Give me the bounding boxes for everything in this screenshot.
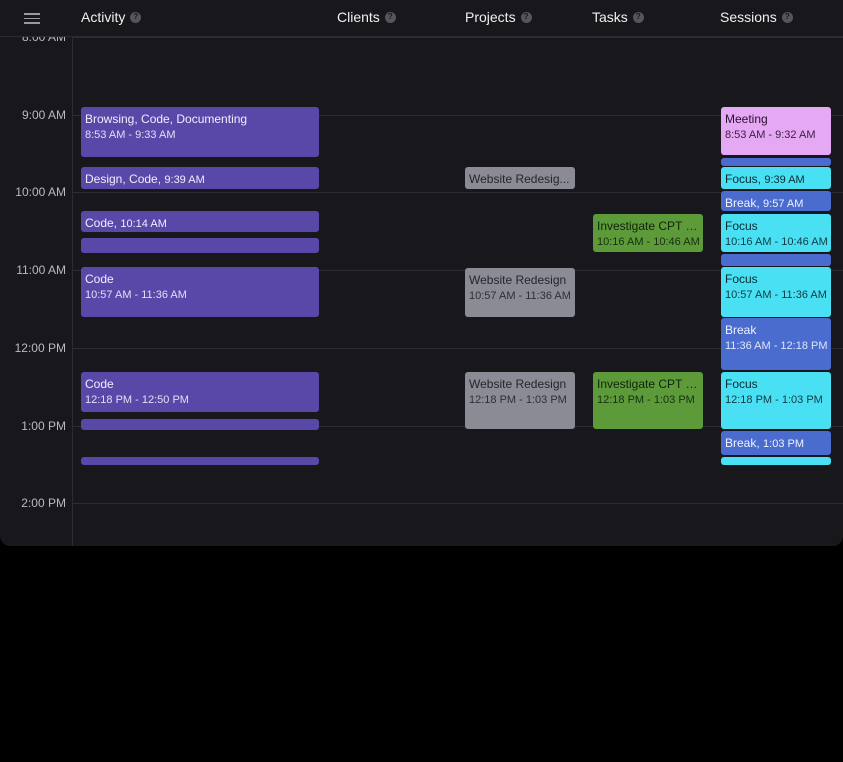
column-header-bar: Activity ? Clients ? Projects ? Tasks ? …	[0, 0, 843, 37]
hamburger-menu-icon[interactable]	[22, 10, 42, 26]
session-event-break[interactable]	[721, 158, 831, 166]
column-header-label: Clients	[337, 9, 380, 25]
column-header-clients[interactable]: Clients ?	[337, 9, 396, 25]
event-time: 12:18 PM - 1:03 PM	[469, 394, 567, 406]
help-icon[interactable]: ?	[781, 11, 793, 23]
event-title: Website Redesign	[469, 377, 567, 391]
activity-event[interactable]	[81, 457, 319, 465]
event-title: Meeting	[725, 112, 768, 126]
time-label: 2:00 PM	[21, 496, 66, 510]
event-time: 8:53 AM - 9:33 AM	[85, 129, 176, 141]
hour-line	[72, 37, 843, 38]
activity-event[interactable]: Code, 10:14 AM	[81, 211, 319, 232]
column-header-activity[interactable]: Activity ?	[81, 9, 142, 25]
event-title: Investigate CPT S...	[597, 377, 699, 391]
timeline-panel: 8:00 AM 9:00 AM 10:00 AM 11:00 AM 12:00 …	[0, 0, 843, 546]
event-time: 9:39 AM	[164, 174, 205, 186]
event-time: 10:57 AM - 11:36 AM	[85, 289, 187, 301]
project-event[interactable]: Website Redesign 10:57 AM - 11:36 AM	[465, 268, 575, 317]
session-event-break[interactable]: Break 11:36 AM - 12:18 PM	[721, 318, 831, 370]
session-event-break[interactable]: Break, 1:03 PM	[721, 431, 831, 455]
event-title: Break	[725, 323, 757, 337]
event-title: Code	[85, 272, 114, 286]
session-event-break[interactable]	[721, 254, 831, 266]
event-time: 8:53 AM - 9:32 AM	[725, 129, 816, 141]
event-title: Code,	[85, 216, 118, 230]
column-header-label: Activity	[81, 9, 126, 25]
event-time: 12:18 PM - 1:03 PM	[725, 394, 823, 406]
event-time: 1:03 PM	[763, 438, 804, 450]
session-event-meeting[interactable]: Meeting 8:53 AM - 9:32 AM	[721, 107, 831, 155]
event-time: 12:18 PM - 12:50 PM	[85, 394, 189, 406]
event-title: Focus	[725, 272, 758, 286]
help-icon[interactable]: ?	[130, 11, 142, 23]
column-header-projects[interactable]: Projects ?	[465, 9, 532, 25]
column-header-label: Projects	[465, 9, 516, 25]
event-title: Focus,	[725, 172, 762, 186]
event-title: Investigate CPT S...	[597, 219, 699, 233]
time-label: 11:00 AM	[16, 263, 66, 277]
task-event[interactable]: Investigate CPT S... 12:18 PM - 1:03 PM	[593, 372, 703, 429]
help-icon[interactable]: ?	[632, 11, 644, 23]
task-event[interactable]: Investigate CPT S... 10:16 AM - 10:46 AM	[593, 214, 703, 252]
activity-event[interactable]: Code 12:18 PM - 12:50 PM	[81, 372, 319, 412]
column-header-label: Sessions	[720, 9, 777, 25]
activity-event[interactable]: Browsing, Code, Documenting 8:53 AM - 9:…	[81, 107, 319, 157]
project-event[interactable]: Website Redesig...	[465, 167, 575, 189]
event-time: 10:57 AM - 11:36 AM	[725, 289, 827, 301]
event-time: 11:36 AM - 12:18 PM	[725, 340, 828, 352]
event-title: Design, Code,	[85, 172, 162, 186]
column-header-sessions[interactable]: Sessions ?	[720, 9, 793, 25]
event-time: 9:57 AM	[763, 198, 804, 210]
session-event-focus[interactable]: Focus 10:57 AM - 11:36 AM	[721, 267, 831, 317]
help-icon[interactable]: ?	[384, 11, 396, 23]
event-time: 10:14 AM	[120, 218, 167, 230]
session-event-focus[interactable]: Focus, 9:39 AM	[721, 167, 831, 189]
session-event-focus[interactable]	[721, 457, 831, 465]
time-gutter-divider	[72, 0, 73, 546]
event-title: Website Redesig...	[469, 172, 570, 186]
activity-event[interactable]: Design, Code, 9:39 AM	[81, 167, 319, 189]
session-event-focus[interactable]: Focus 12:18 PM - 1:03 PM	[721, 372, 831, 429]
event-title: Break,	[725, 196, 760, 210]
activity-event[interactable]: Code 10:57 AM - 11:36 AM	[81, 267, 319, 317]
column-header-label: Tasks	[592, 9, 628, 25]
event-title: Focus	[725, 377, 758, 391]
event-time: 10:16 AM - 10:46 AM	[725, 236, 828, 248]
event-time: 9:39 AM	[764, 174, 805, 186]
event-title: Code	[85, 377, 114, 391]
time-label: 10:00 AM	[15, 185, 66, 199]
project-event[interactable]: Website Redesign 12:18 PM - 1:03 PM	[465, 372, 575, 429]
hour-line	[72, 503, 843, 504]
event-time: 12:18 PM - 1:03 PM	[597, 394, 695, 406]
event-title: Focus	[725, 219, 758, 233]
time-label: 9:00 AM	[21, 108, 66, 122]
help-icon[interactable]: ?	[520, 11, 532, 23]
session-event-break[interactable]: Break, 9:57 AM	[721, 191, 831, 211]
column-header-tasks[interactable]: Tasks ?	[592, 9, 644, 25]
session-event-focus[interactable]: Focus 10:16 AM - 10:46 AM	[721, 214, 831, 252]
event-time: 10:16 AM - 10:46 AM	[597, 236, 700, 248]
event-title: Break,	[725, 436, 760, 450]
event-time: 10:57 AM - 11:36 AM	[469, 290, 571, 302]
activity-event[interactable]	[81, 238, 319, 253]
time-label: 12:00 PM	[14, 341, 66, 355]
event-title: Browsing, Code, Documenting	[85, 112, 248, 126]
time-label: 1:00 PM	[21, 419, 66, 433]
event-title: Website Redesign	[469, 273, 567, 287]
activity-event[interactable]	[81, 419, 319, 430]
